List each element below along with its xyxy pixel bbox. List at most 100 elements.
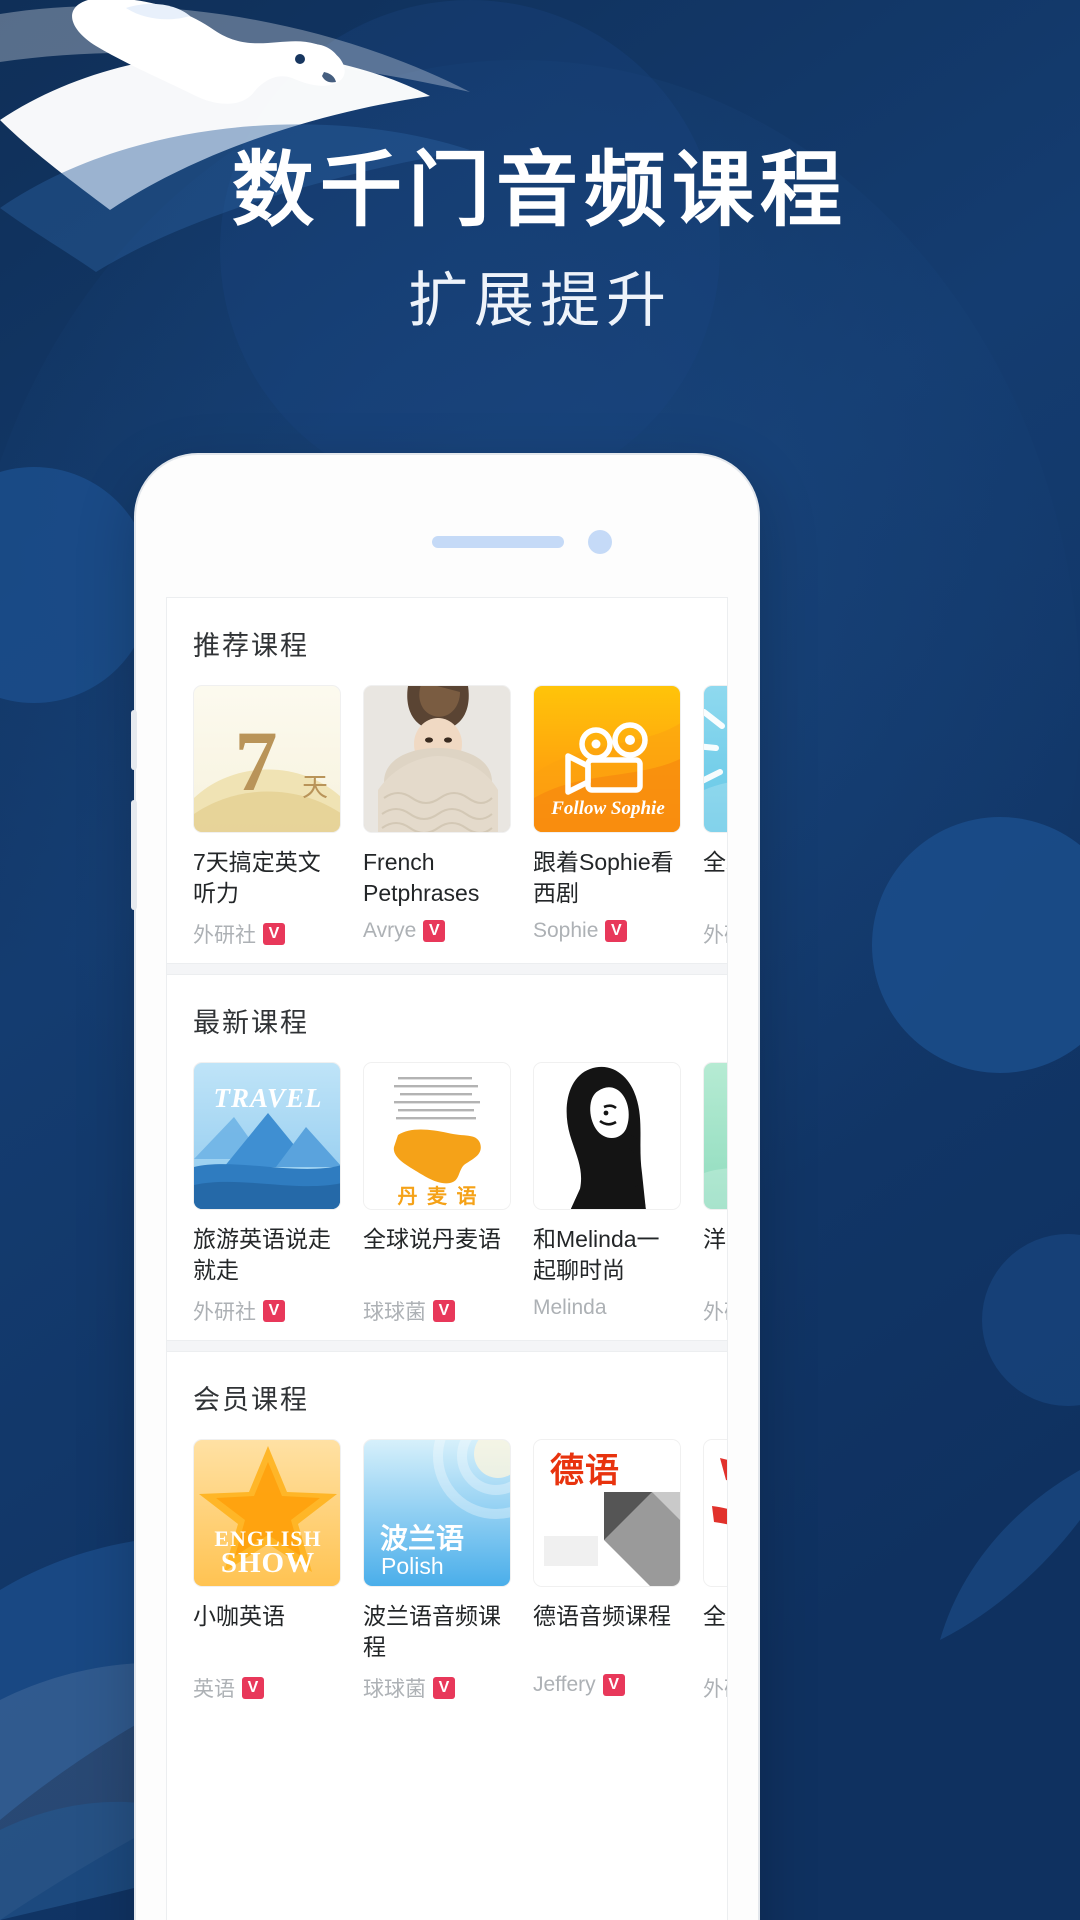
course-title: French Petphrases 100 (363, 849, 480, 906)
course-thumbnail[interactable]: ENGLISH SHOW (193, 1439, 341, 1587)
course-thumbnail[interactable] (363, 685, 511, 833)
course-author-name: 外研社 (703, 924, 727, 947)
verified-badge-icon: V (433, 1677, 455, 1699)
section-title: 最新课程 (193, 1008, 309, 1038)
course-author-row: Jeffery V (533, 1673, 681, 1697)
verified-badge-icon: V (423, 920, 446, 942)
course-author-row: 英语 V (193, 1673, 341, 1703)
course-author-name: 外研社 (703, 1301, 727, 1324)
course-carousel[interactable]: TRAVEL 旅游英语说走就走外研社 V 丹 麦 语 全球说丹麦语球球菌 V (193, 1062, 727, 1326)
course-author-row: 外研社V (703, 1673, 727, 1703)
verified-badge-icon: V (263, 1300, 285, 1322)
course-thumbnail[interactable]: 波兰语 Polish (363, 1439, 511, 1587)
course-title: 全球说英语营 (703, 1603, 727, 1629)
seven-days-artwork: 7 天 (194, 686, 340, 832)
course-author-row: 球球菌 V (363, 1673, 511, 1703)
course-title: 小咖英语 (193, 1603, 285, 1629)
svg-text:波兰语: 波兰语 (380, 1523, 464, 1554)
course-card[interactable]: ENGLISH SHOW 小咖英语英语 V (193, 1439, 341, 1703)
course-thumbnail[interactable]: 7 天 (193, 685, 341, 833)
course-card[interactable]: 7 天 7天搞定英文听力 外研社 V (193, 685, 341, 949)
course-author-name: Avrye (363, 919, 417, 942)
course-title: 德语音频课程 (533, 1603, 671, 1629)
course-card[interactable]: Follow Sophie 跟着Sophie看西剧 Sophie V (533, 685, 681, 949)
course-thumbnail[interactable] (703, 1062, 727, 1210)
course-author-row: Melinda (533, 1296, 681, 1320)
course-card[interactable]: 丹 麦 语 全球说丹麦语 球球菌 V (363, 1062, 511, 1326)
green-letter-artwork (704, 1063, 727, 1209)
course-title: 全球说丹麦语 (363, 1226, 501, 1252)
course-author-name: 球球菌 (363, 1301, 426, 1324)
course-author-row: Avrye V (363, 919, 511, 943)
svg-text:Polish: Polish (381, 1553, 444, 1579)
polish-gradient-artwork: 波兰语 Polish (364, 1440, 510, 1586)
course-author-row: Sophie V (533, 919, 681, 943)
course-title: 旅游英语说走就走 (193, 1226, 331, 1283)
course-card[interactable]: 洋泾浜英语营外研社V (703, 1062, 727, 1326)
course-section-2: 最新课程 TRAVEL 旅游英语说走就走 外研社 V 丹 麦 语 全球说丹麦语 球球菌… (167, 975, 727, 1340)
travel-mountains-artwork: TRAVEL (194, 1063, 340, 1209)
course-title: 跟着Sophie看西剧 (533, 849, 674, 906)
phone-mockup: 推荐课程 7 天 7天搞定英文听力 外研社 V French Petphrase… (131, 455, 758, 1920)
course-card[interactable]: 和Melinda一起聊时尚 Melinda (533, 1062, 681, 1326)
page-subtitle: 扩展提升 (408, 267, 672, 335)
svg-text:TRAVEL: TRAVEL (213, 1083, 322, 1113)
course-thumbnail[interactable] (533, 1062, 681, 1210)
german-grey-artwork: 德语 (534, 1440, 680, 1586)
app-screen[interactable]: 推荐课程 7 天 7天搞定英文听力 外研社 V French Petphrase… (166, 597, 728, 1920)
svg-text:天: 天 (302, 772, 328, 802)
course-author-name: Sophie (533, 919, 599, 942)
course-title: 和Melinda一起聊时尚 (533, 1226, 660, 1283)
course-author-name: 外研社 (193, 1301, 256, 1324)
course-title: 波兰语音频课程 (363, 1603, 501, 1660)
course-title: 全球说英语营 (703, 849, 727, 875)
verified-badge-icon: V (263, 923, 285, 945)
course-thumbnail[interactable] (703, 685, 727, 833)
course-carousel[interactable]: ENGLISH SHOW 小咖英语英语 V 波兰语 Polish 波兰语音频课程球… (193, 1439, 727, 1703)
verified-badge-icon: V (242, 1677, 264, 1699)
follow-sophie-artwork: Follow Sophie (534, 686, 680, 832)
phone-top-bar (136, 527, 758, 557)
course-section-1: 推荐课程 7 天 7天搞定英文听力 外研社 V French Petphrase… (167, 598, 727, 963)
girl-sweater-photo-artwork (364, 686, 510, 832)
verified-badge-icon: V (605, 920, 628, 942)
hero-section: 数千门音频课程 扩展提升 (0, 0, 1080, 334)
verified-badge-icon: V (602, 1674, 625, 1696)
course-thumbnail[interactable] (703, 1439, 727, 1587)
verified-badge-icon: V (433, 1300, 455, 1322)
svg-text:德语: 德语 (550, 1452, 620, 1490)
phone-front-camera (588, 530, 612, 554)
section-divider (167, 963, 727, 975)
course-card[interactable]: TRAVEL 旅游英语说走就走外研社 V (193, 1062, 341, 1326)
section-divider (167, 1340, 727, 1352)
course-card[interactable]: 德语 德语音频课程 Jeffery V (533, 1439, 681, 1703)
course-thumbnail[interactable]: TRAVEL (193, 1062, 341, 1210)
section-title: 会员课程 (193, 1385, 309, 1415)
course-author-name: 外研社 (703, 1678, 727, 1701)
course-thumbnail[interactable]: 丹 麦 语 (363, 1062, 511, 1210)
course-card[interactable]: 全球说英语营外研社V (703, 685, 727, 949)
course-card[interactable]: 全球说英语营外研社V (703, 1439, 727, 1703)
course-carousel[interactable]: 7 天 7天搞定英文听力外研社 V French Petphrases 100 Av… (193, 685, 727, 949)
course-thumbnail[interactable]: 德语 (533, 1439, 681, 1587)
course-section-3: 会员课程 ENGLISH SHOW 小咖英语英语 V 波兰语 Polish 波兰语… (167, 1352, 727, 1717)
course-card[interactable]: French Petphrases 100 Avrye V (363, 685, 511, 949)
section-title: 推荐课程 (193, 631, 309, 661)
course-author-name: 球球菌 (363, 1678, 426, 1701)
red-brush-artwork (704, 1440, 727, 1586)
course-author-row: 球球菌 V (363, 1296, 511, 1326)
course-author-name: 外研社 (193, 924, 256, 947)
course-author-row: 外研社 V (193, 1296, 341, 1326)
course-card[interactable]: 波兰语 Polish 波兰语音频课程球球菌 V (363, 1439, 511, 1703)
course-author-name: 英语 (193, 1678, 235, 1701)
course-author-name: Jeffery (533, 1673, 596, 1696)
course-author-row: 外研社 V (193, 919, 341, 949)
course-author-row: 外研社V (703, 1296, 727, 1326)
svg-text:丹 麦 语: 丹 麦 语 (397, 1184, 478, 1208)
course-thumbnail[interactable]: Follow Sophie (533, 685, 681, 833)
page-title: 数千门音频课程 (231, 145, 848, 236)
svg-text:7: 7 (235, 713, 278, 809)
course-title: 洋泾浜英语营 (703, 1226, 727, 1252)
woman-illustration-artwork (534, 1063, 680, 1209)
phone-speaker-grill (432, 536, 564, 548)
